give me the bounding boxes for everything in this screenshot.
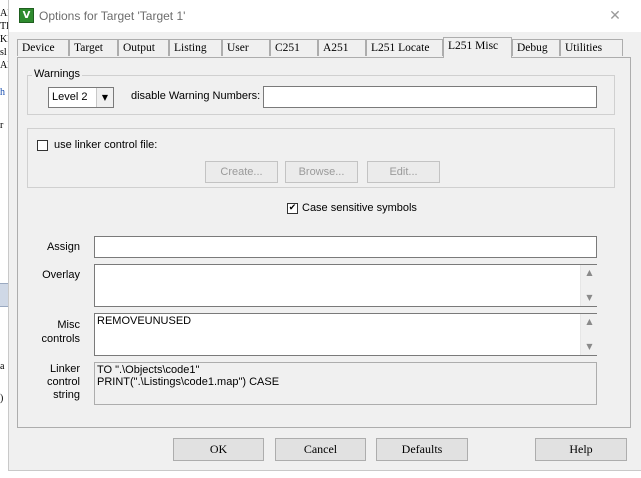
linker-label-line: control	[46, 376, 80, 388]
scroll-down-arrow-icon[interactable]: ▼	[581, 340, 598, 354]
scroll-up-arrow-icon[interactable]: ▲	[581, 266, 598, 280]
use-linker-control-file-label: use linker control file:	[54, 139, 158, 151]
case-sensitive-label: Case sensitive symbols	[302, 202, 417, 214]
background-text-fragment: )	[0, 393, 4, 404]
title-bar[interactable]: V Options for Target 'Target 1' ✕	[9, 0, 641, 32]
tab-strip: Device Target Output Listing User C251 A…	[17, 37, 637, 58]
l251-misc-panel: Warnings Level 2 ▼ disable Warning Numbe…	[17, 57, 631, 428]
defaults-button[interactable]: Defaults	[376, 438, 468, 461]
options-dialog: V Options for Target 'Target 1' ✕ Device…	[8, 0, 641, 471]
background-text-fragment: r	[0, 120, 4, 131]
background-text-fragment: h	[0, 87, 5, 98]
linker-label-line: Linker	[50, 363, 80, 375]
chevron-down-icon[interactable]: ▼	[96, 88, 113, 107]
assign-input[interactable]	[94, 236, 597, 258]
assign-label: Assign	[46, 241, 80, 253]
overlay-label: Overlay	[42, 269, 80, 281]
ok-button[interactable]: OK	[173, 438, 264, 461]
uvision-app-icon: V	[19, 8, 34, 23]
window-title: Options for Target 'Target 1'	[39, 9, 186, 23]
warnings-group-title: Warnings	[32, 68, 83, 80]
disable-warning-numbers-input[interactable]	[263, 86, 597, 108]
cancel-button[interactable]: Cancel	[275, 438, 366, 461]
disable-warning-label: disable Warning Numbers:	[131, 90, 261, 102]
tab-a251[interactable]: A251	[318, 39, 366, 56]
tab-target[interactable]: Target	[69, 39, 118, 56]
case-sensitive-checkbox[interactable]: ✔	[287, 203, 298, 214]
scroll-down-arrow-icon[interactable]: ▼	[581, 291, 598, 305]
overlay-scrollbar[interactable]: ▲ ▼	[580, 265, 597, 306]
linker-control-file-group: use linker control file: Create... Brows…	[27, 128, 615, 188]
background-app-strip	[0, 0, 8, 478]
tab-listing[interactable]: Listing	[169, 39, 222, 56]
browse-button[interactable]: Browse...	[285, 161, 358, 183]
tab-l251-locate[interactable]: L251 Locate	[366, 39, 443, 56]
tab-utilities[interactable]: Utilities	[560, 39, 623, 56]
tab-l251-misc[interactable]: L251 Misc	[443, 37, 512, 58]
tab-user[interactable]: User	[222, 39, 270, 56]
help-button[interactable]: Help	[535, 438, 627, 461]
tab-device[interactable]: Device	[17, 39, 69, 56]
background-text-fragment: sl	[0, 47, 7, 58]
scroll-up-arrow-icon[interactable]: ▲	[581, 315, 598, 329]
close-button[interactable]: ✕	[601, 4, 629, 28]
warnings-group: Warnings Level 2 ▼ disable Warning Numbe…	[27, 68, 615, 115]
tab-output[interactable]: Output	[118, 39, 169, 56]
linker-label-line: string	[53, 389, 80, 401]
create-button[interactable]: Create...	[205, 161, 278, 183]
misc-controls-scrollbar[interactable]: ▲ ▼	[580, 314, 597, 355]
tab-c251[interactable]: C251	[270, 39, 318, 56]
tab-debug[interactable]: Debug	[512, 39, 560, 56]
warning-level-select[interactable]: Level 2 ▼	[48, 87, 114, 108]
use-linker-control-file-checkbox[interactable]	[37, 140, 48, 151]
linker-control-string-textarea[interactable]: TO ".\Objects\code1" PRINT(".\Listings\c…	[94, 362, 597, 405]
misc-controls-textarea[interactable]: REMOVEUNUSED	[94, 313, 597, 356]
background-text-fragment: a	[0, 361, 5, 372]
linker-control-string-label: Linker control string	[28, 363, 80, 402]
misc-controls-label: Misc controls	[28, 318, 80, 346]
misc-label-line: Misc	[57, 319, 80, 331]
edit-button[interactable]: Edit...	[367, 161, 440, 183]
overlay-textarea[interactable]	[94, 264, 597, 307]
warning-level-value: Level 2	[52, 91, 88, 103]
background-selection	[0, 283, 8, 307]
misc-label-line: controls	[41, 333, 80, 345]
